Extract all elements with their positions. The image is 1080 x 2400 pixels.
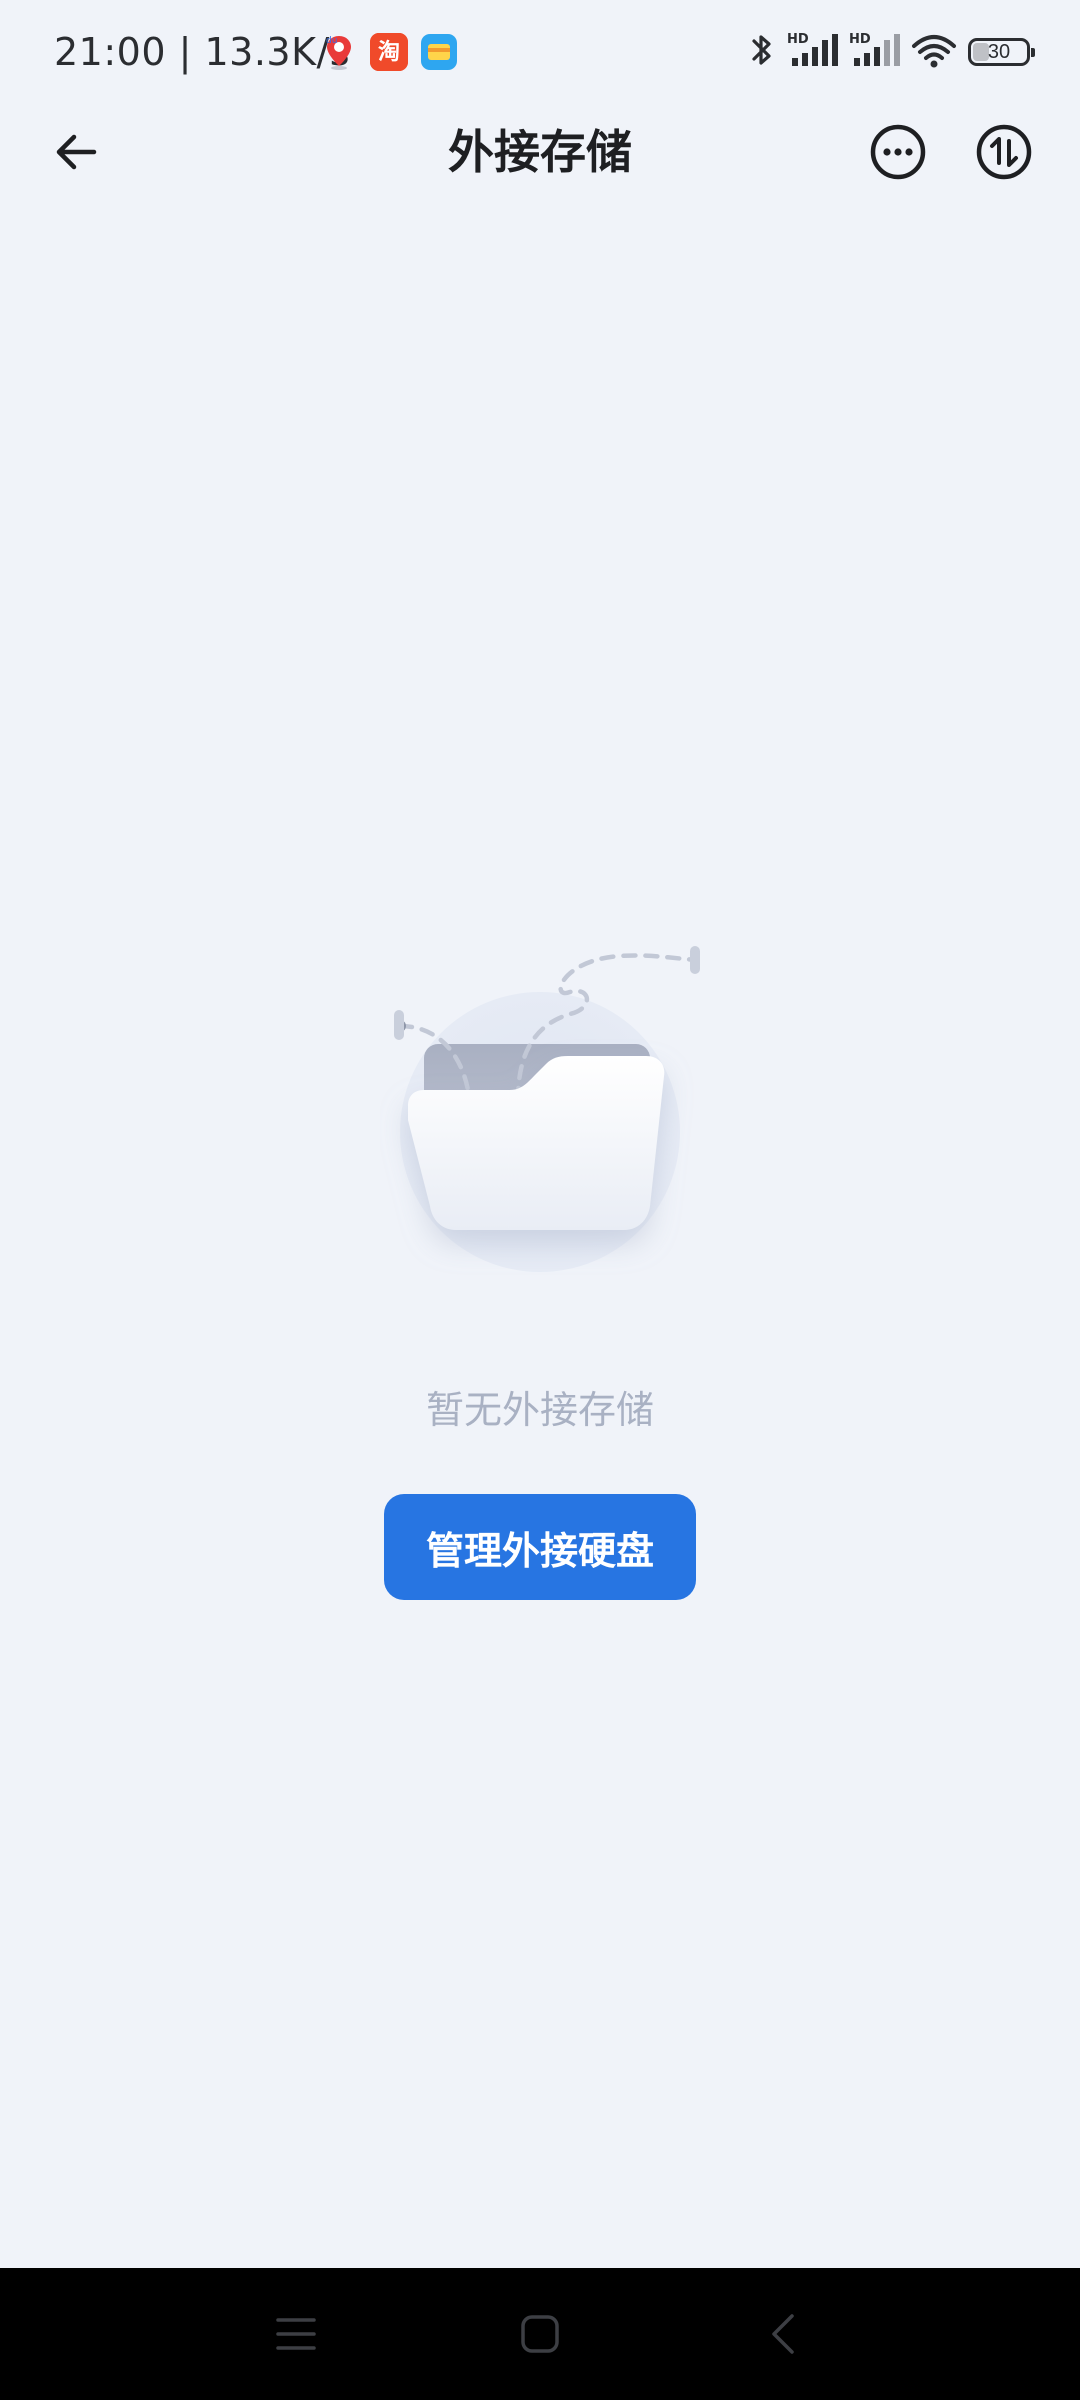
signal-hd-2-icon: HD — [848, 30, 900, 74]
bluetooth-icon — [748, 30, 776, 74]
more-button[interactable] — [868, 122, 928, 182]
battery-icon: 30 — [968, 38, 1035, 66]
status-app-icons: du 淘 — [320, 32, 458, 72]
svg-text:du: du — [326, 36, 337, 46]
home-icon — [521, 2315, 559, 2353]
app-header: 外接存储 — [0, 104, 1080, 200]
back-icon — [772, 2314, 794, 2354]
status-bar: 21:00 | 13.3K/s du 淘 HD HD 30 — [0, 0, 1080, 104]
status-time: 21:00 | 13.3K/s — [54, 30, 351, 74]
empty-folder-illustration — [380, 930, 702, 1290]
taobao-icon: 淘 — [370, 33, 408, 71]
wifi-icon — [910, 30, 958, 74]
status-system-icons: HD HD 30 — [748, 30, 1035, 74]
system-nav-bar — [0, 2268, 1080, 2400]
baidu-maps-icon: du — [320, 33, 358, 71]
manage-external-drive-button[interactable]: 管理外接硬盘 — [384, 1494, 696, 1600]
battery-fill — [973, 43, 989, 61]
svg-text:HD: HD — [787, 32, 809, 47]
svg-text:HD: HD — [849, 32, 871, 47]
menu-icon — [276, 2318, 316, 2350]
svg-text:淘: 淘 — [378, 39, 400, 65]
more-circle-icon — [870, 124, 926, 180]
nav-home-button[interactable] — [510, 2304, 570, 2364]
transfer-arrows-icon — [976, 124, 1032, 180]
nav-back-button[interactable] — [754, 2304, 814, 2364]
wallet-app-icon — [420, 33, 458, 71]
empty-state-message: 暂无外接存储 — [425, 1388, 654, 1432]
transfer-button[interactable] — [974, 122, 1034, 182]
nav-menu-button[interactable] — [266, 2304, 326, 2364]
signal-hd-1-icon: HD — [786, 30, 838, 74]
battery-level: 30 — [987, 40, 1011, 63]
